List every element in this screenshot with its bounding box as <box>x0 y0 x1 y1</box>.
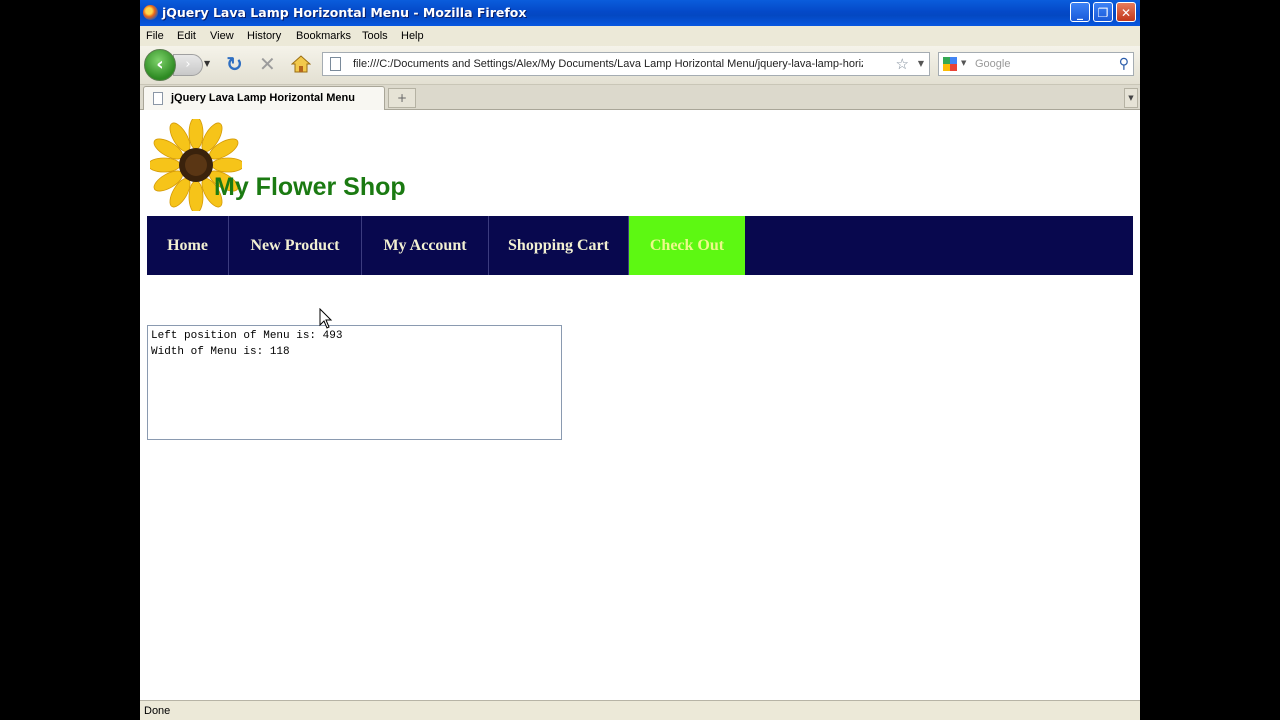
menu-help[interactable]: Help <box>401 30 424 42</box>
close-button[interactable]: ✕ <box>1116 2 1136 22</box>
window-title: jQuery Lava Lamp Horizontal Menu - Mozil… <box>162 5 527 20</box>
address-bar[interactable]: file:///C:/Documents and Settings/Alex/M… <box>322 52 930 76</box>
forward-button[interactable]: › <box>173 54 203 76</box>
menu-bookmarks[interactable]: Bookmarks <box>296 30 351 42</box>
url-dropdown-icon[interactable]: ▼ <box>918 59 924 68</box>
tab-list-button[interactable]: ▼ <box>1124 88 1138 108</box>
engine-dropdown-icon[interactable]: ▼ <box>961 59 966 67</box>
minimize-button[interactable]: _ <box>1070 2 1090 22</box>
menu-width-text: Width of Menu is: 118 <box>151 346 290 358</box>
tab-jquery-lava-lamp[interactable]: jQuery Lava Lamp Horizontal Menu <box>143 86 385 110</box>
home-icon[interactable] <box>291 55 311 73</box>
url-text[interactable]: file:///C:/Documents and Settings/Alex/M… <box>353 58 863 70</box>
menu-item-shopping-cart[interactable]: Shopping Cart <box>489 216 629 275</box>
status-text: Done <box>144 705 171 717</box>
firefox-logo-icon <box>143 5 158 20</box>
search-bar[interactable]: ▼ Google ⚲ <box>938 52 1134 76</box>
menu-view[interactable]: View <box>210 30 234 42</box>
google-engine-icon[interactable] <box>943 57 957 71</box>
menu-item-new-product[interactable]: New Product <box>229 216 362 275</box>
page-icon <box>330 57 341 71</box>
mouse-cursor-icon <box>319 308 333 329</box>
menu-item-home[interactable]: Home <box>147 216 229 275</box>
menu-history[interactable]: History <box>247 30 281 42</box>
new-tab-button[interactable]: + <box>388 88 416 108</box>
stop-icon[interactable]: ✕ <box>259 54 276 74</box>
browser-window: jQuery Lava Lamp Horizontal Menu - Mozil… <box>140 0 1140 720</box>
search-icon[interactable]: ⚲ <box>1119 55 1129 73</box>
menu-tools[interactable]: Tools <box>362 30 388 42</box>
left-position-text: Left position of Menu is: 493 <box>151 330 343 342</box>
page-content: My Flower Shop Home New Product My Accou… <box>140 111 1140 700</box>
menu-edit[interactable]: Edit <box>177 30 196 42</box>
menu-info-textbox[interactable]: Left position of Menu is: 493 Width of M… <box>147 325 562 440</box>
tab-label: jQuery Lava Lamp Horizontal Menu <box>171 92 355 104</box>
status-bar: Done <box>140 700 1140 720</box>
menu-item-my-account[interactable]: My Account <box>362 216 489 275</box>
bookmark-star-icon[interactable]: ☆ <box>896 55 909 73</box>
menu-bar: File Edit View History Bookmarks Tools H… <box>140 26 1140 46</box>
tab-strip: jQuery Lava Lamp Horizontal Menu + ▼ <box>140 85 1140 110</box>
back-button[interactable]: ‹ <box>144 49 176 81</box>
history-dropdown-icon[interactable]: ▼ <box>204 59 210 68</box>
navigation-toolbar: › ‹ ▼ ↻ ✕ file:///C:/Documents and Setti… <box>140 46 1140 85</box>
menu-item-check-out[interactable]: Check Out <box>629 216 745 275</box>
lava-lamp-menu: Home New Product My Account Shopping Car… <box>147 216 1133 275</box>
menu-file[interactable]: File <box>146 30 164 42</box>
shop-logo: My Flower Shop <box>148 117 438 215</box>
title-bar: jQuery Lava Lamp Horizontal Menu - Mozil… <box>140 0 1140 26</box>
search-input[interactable]: Google <box>975 58 1010 70</box>
shop-title: My Flower Shop <box>214 173 406 201</box>
page-icon <box>153 92 163 105</box>
reload-icon[interactable]: ↻ <box>226 54 243 74</box>
maximize-button[interactable]: ❐ <box>1093 2 1113 22</box>
